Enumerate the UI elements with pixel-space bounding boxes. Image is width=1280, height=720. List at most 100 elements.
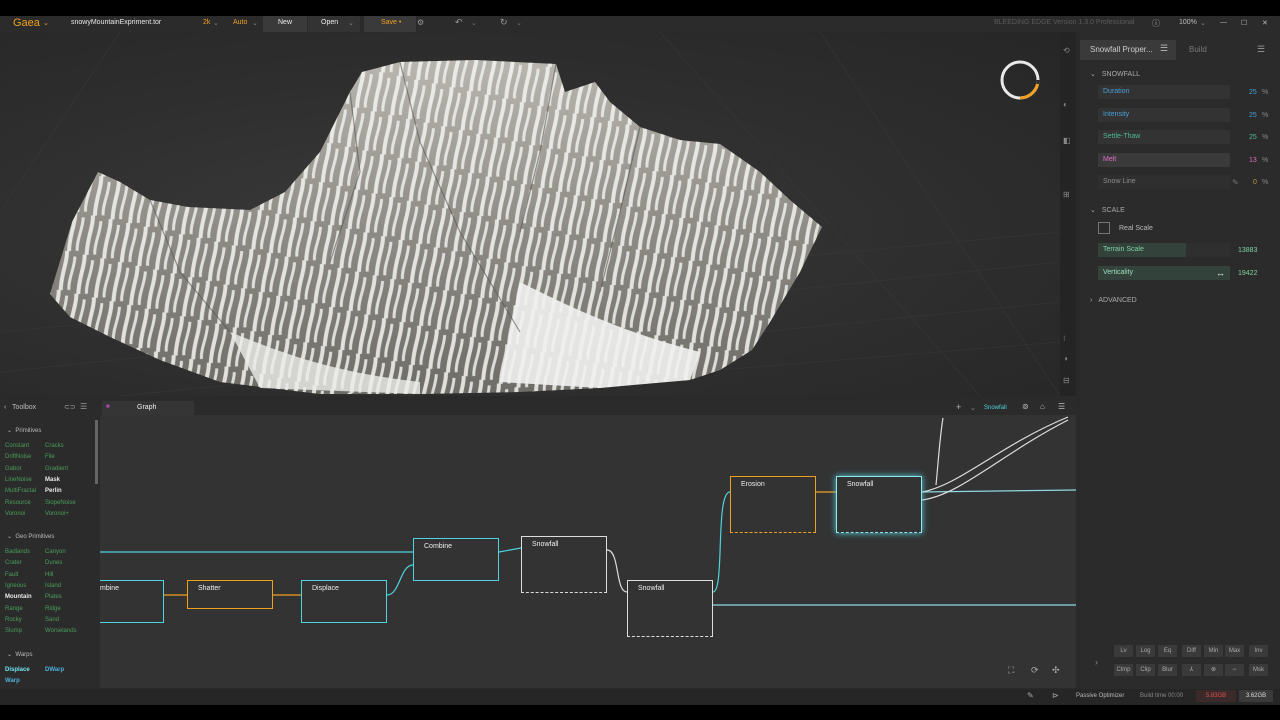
toolbox-item[interactable]: Warp [5, 678, 20, 684]
light-icon[interactable]: ◐ [1063, 100, 1068, 109]
terrain-scale-field[interactable]: Terrain Scale [1098, 243, 1186, 257]
toolbox-item[interactable]: Dunes [45, 560, 62, 566]
toolbox-item[interactable]: Rocky [5, 617, 22, 623]
toolbox-item[interactable]: Range [5, 606, 23, 612]
node-displace[interactable]: Displace [301, 580, 387, 623]
tab-build[interactable]: Build [1189, 45, 1207, 54]
math-button[interactable]: Msk [1249, 664, 1268, 676]
toolbox-scrollbar[interactable] [95, 420, 98, 484]
melt-value[interactable]: 13 [1249, 157, 1257, 164]
expand-icon[interactable]: ⊟ [1063, 376, 1070, 385]
node-snowfall-2[interactable]: Snowfall [627, 580, 713, 637]
toolbox-item[interactable]: Igneous [5, 583, 26, 589]
save-button[interactable]: Save • [364, 16, 416, 32]
target-icon[interactable]: ⊚ [1022, 402, 1029, 411]
toolbox-item[interactable]: Mountain [5, 594, 32, 600]
intensity-value[interactable]: 25 [1249, 112, 1257, 119]
chevron-down-icon[interactable]: ⌄ [213, 19, 219, 27]
refresh-icon[interactable]: ⟳ [1031, 665, 1039, 676]
math-button[interactable]: Diff [1182, 645, 1201, 657]
math-button[interactable]: ∽ [1225, 664, 1244, 676]
terrain-scale-track[interactable] [1186, 243, 1230, 257]
node-combine-left[interactable]: mbine [100, 580, 164, 623]
chevron-down-icon[interactable]: ⌄ [970, 404, 976, 412]
minimize-icon[interactable]: — [1220, 19, 1227, 26]
chevron-down-icon[interactable]: ⌄ [1200, 19, 1206, 27]
toolbox-item[interactable]: Voronoi+ [45, 511, 69, 517]
reset-view-icon[interactable]: ◑ [1063, 354, 1068, 363]
duration-value[interactable]: 25 [1249, 89, 1257, 96]
toolbox-item[interactable]: MultiFractal [5, 488, 36, 494]
toolbox-item[interactable]: Resource [5, 500, 31, 506]
chevron-down-icon[interactable]: ⌄ [43, 19, 49, 27]
real-scale-checkbox[interactable] [1098, 222, 1110, 234]
tab-properties[interactable]: Snowfall Proper... ☰ [1080, 40, 1176, 60]
terrain-scale-value[interactable]: 13883 [1238, 247, 1257, 254]
math-button[interactable]: Max [1225, 645, 1244, 657]
section-advanced[interactable]: › ADVANCED [1090, 297, 1137, 304]
fit-view-icon[interactable]: ⛶ [1008, 665, 1014, 676]
toolbox-item[interactable]: DriftNoise [5, 454, 31, 460]
undo-icon[interactable]: ↶ [455, 17, 463, 28]
node-snowfall-selected[interactable]: Snowfall [836, 476, 922, 533]
node-snowfall-1[interactable]: Snowfall [521, 536, 607, 593]
intensity-field[interactable]: Intensity [1098, 108, 1230, 122]
camera-icon[interactable]: ⟲ [1063, 46, 1070, 55]
toolbox-item[interactable]: Plates [45, 594, 62, 600]
zoom-level[interactable]: 100% [1179, 19, 1197, 26]
settings-icon[interactable]: ⁝ [1063, 334, 1066, 343]
toolbox-item[interactable]: Badlands [5, 549, 30, 555]
layout-icon[interactable]: ✣ [1052, 665, 1060, 676]
math-button[interactable]: ⊗ [1204, 664, 1223, 676]
math-button[interactable]: Lv [1114, 645, 1133, 657]
tab-graph[interactable]: ■ Graph [102, 401, 194, 415]
resolution-select[interactable]: 2k [203, 19, 210, 26]
section-snowfall[interactable]: ⌄ SNOWFALL [1090, 70, 1140, 78]
toolbox-item[interactable]: Hill [45, 572, 53, 578]
toolbox-item[interactable]: Slump [5, 628, 22, 634]
toolbox-item[interactable]: File [45, 454, 55, 460]
math-button[interactable]: Inv [1249, 645, 1268, 657]
math-button[interactable]: ⅄ [1182, 664, 1201, 676]
open-button[interactable]: Open ⌄ [308, 16, 360, 32]
toolbox-item[interactable]: Cracks [45, 443, 64, 449]
verticality-field[interactable]: Verticality [1098, 266, 1230, 280]
grid-icon[interactable]: ⊞ [1063, 190, 1070, 199]
toolbox-item[interactable]: DWarp [45, 667, 64, 673]
toolbox-item[interactable]: Sand [45, 617, 59, 623]
chevron-down-icon[interactable]: ⌄ [348, 19, 354, 27]
toolbox-item[interactable]: Crater [5, 560, 22, 566]
toolbox-item[interactable]: Gradient [45, 466, 68, 472]
new-button[interactable]: New [263, 16, 307, 32]
math-button[interactable]: Blur [1158, 664, 1177, 676]
toolbox-item[interactable]: Canyon [45, 549, 66, 555]
help-icon[interactable]: ⓘ [1152, 18, 1160, 29]
math-button[interactable]: Min [1204, 645, 1223, 657]
toolbox-item[interactable]: SlopeNoise [45, 500, 76, 506]
toolbox-item[interactable]: Perlin [45, 488, 62, 494]
math-button[interactable]: Clmp [1114, 664, 1133, 676]
category-primitives[interactable]: ⌄ Primitives [7, 427, 41, 434]
toolbox-item[interactable]: Gabor [5, 466, 22, 472]
node-graph[interactable]: mbine Shatter Displace Combine Snowfall … [100, 415, 1076, 688]
chevron-down-icon[interactable]: ⌄ [252, 19, 258, 27]
snow-line-field[interactable]: Snow Line [1098, 175, 1230, 189]
toolbox-item[interactable]: Displace [5, 667, 30, 673]
optimizer-label[interactable]: Passive Optimizer [1076, 693, 1124, 699]
menu-icon[interactable]: ☰ [1257, 44, 1265, 55]
toolbox-item[interactable]: Island [45, 583, 61, 589]
chevron-down-icon[interactable]: ⌄ [471, 19, 477, 27]
category-geo-primitives[interactable]: ⌄ Geo Primitives [7, 533, 54, 540]
section-scale[interactable]: ⌄ SCALE [1090, 206, 1125, 214]
redo-icon[interactable]: ↻ [500, 17, 508, 28]
render-icon[interactable]: ◧ [1063, 136, 1071, 145]
menu-icon[interactable]: ☰ [1058, 402, 1065, 411]
pencil-icon[interactable]: ✎ [1232, 178, 1239, 187]
duration-field[interactable]: Duration [1098, 85, 1230, 99]
settle-thaw-field[interactable]: Settle-Thaw [1098, 130, 1230, 144]
home-icon[interactable]: ⌂ [1040, 402, 1045, 411]
category-warps[interactable]: ⌄ Warps [7, 651, 33, 658]
chevron-down-icon[interactable]: ⌄ [516, 19, 522, 27]
toggle-icon[interactable]: ⊂⊃ [64, 403, 76, 411]
chevron-left-icon[interactable]: ‹ [4, 404, 6, 411]
